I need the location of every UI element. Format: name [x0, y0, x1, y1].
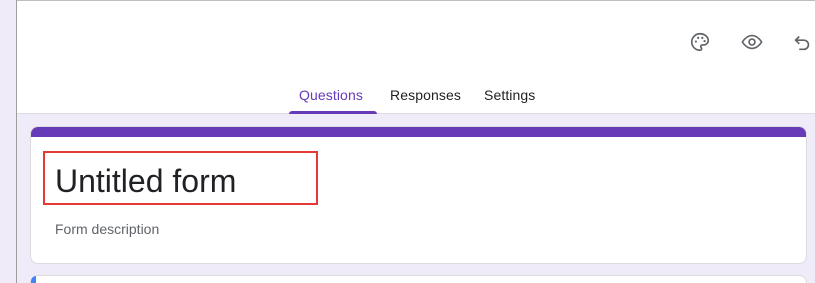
question-card-focus-accent [31, 276, 36, 283]
palette-icon[interactable] [687, 29, 713, 55]
active-tab-indicator [289, 111, 377, 114]
question-card[interactable] [30, 275, 807, 283]
form-header-card: Untitled form Form description [30, 126, 807, 264]
form-title-input[interactable]: Untitled form [55, 162, 236, 200]
forms-editor: Questions Responses Settings Untitled fo… [0, 0, 815, 283]
form-description-input[interactable]: Form description [55, 221, 159, 237]
tab-responses[interactable]: Responses [390, 87, 461, 103]
header-bar: Questions Responses Settings [17, 0, 815, 114]
tab-settings[interactable]: Settings [484, 87, 535, 103]
undo-icon[interactable] [789, 29, 815, 55]
card-accent-bar [31, 127, 806, 137]
preview-eye-icon[interactable] [739, 29, 765, 55]
tab-questions[interactable]: Questions [299, 87, 363, 103]
form-tabs: Questions Responses Settings [17, 87, 815, 115]
